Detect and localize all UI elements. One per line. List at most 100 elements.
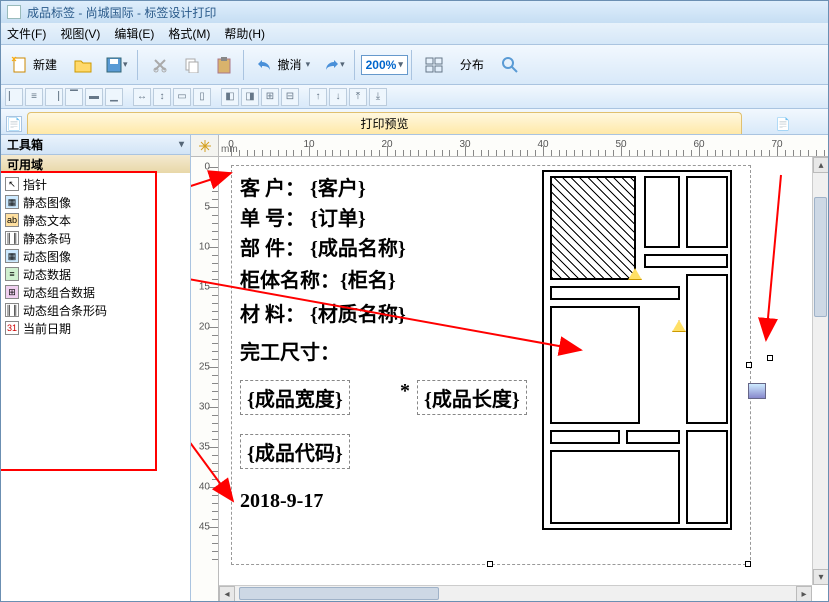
tab-label: 打印预览 [360, 115, 408, 132]
menu-view[interactable]: 视图(V) [60, 25, 100, 42]
scroll-thumb-h[interactable] [239, 587, 439, 600]
align-11[interactable]: ◧ [221, 88, 239, 106]
field-width[interactable]: {成品宽度} [240, 380, 350, 415]
field-order[interactable]: 单 号： {订单} [240, 202, 366, 231]
toolbox-header[interactable]: 工具箱 ▾ [1, 135, 190, 155]
item-static-text[interactable]: ab静态文本 [3, 211, 188, 229]
align-4[interactable]: ▔ [65, 88, 83, 106]
align-18[interactable]: ⤓ [369, 88, 387, 106]
item-static-barcode[interactable]: ║║静态条码 [3, 229, 188, 247]
item-current-date[interactable]: 31当前日期 [3, 319, 188, 337]
align-8[interactable]: ↕ [153, 88, 171, 106]
align-9[interactable]: ▭ [173, 88, 191, 106]
search-icon [501, 56, 519, 74]
menu-format[interactable]: 格式(M) [168, 25, 210, 42]
field-length[interactable]: {成品长度} [417, 380, 527, 415]
item-dyn-combo-barcode[interactable]: ║║动态组合条形码 [3, 301, 188, 319]
open-icon [73, 56, 93, 74]
scrollbar-horizontal[interactable]: ◂ ▸ [219, 585, 812, 601]
undo-button[interactable]: 撤消 ▾ [251, 49, 316, 81]
redo-button[interactable]: ▾ [317, 49, 350, 81]
fields-header[interactable]: 可用域 [1, 155, 190, 173]
align-17[interactable]: ⤒ [349, 88, 367, 106]
item-pointer[interactable]: ↖指针 [3, 175, 188, 193]
scroll-left[interactable]: ◂ [219, 586, 235, 601]
scroll-right[interactable]: ▸ [796, 586, 812, 601]
dpart [644, 254, 728, 268]
image-placeholder-icon[interactable] [748, 383, 766, 399]
distribute-button[interactable]: 分布 [451, 49, 493, 81]
dpart [686, 176, 728, 248]
anchor-icon [198, 139, 212, 153]
field-cabinet[interactable]: 柜体名称：{柜名} [240, 264, 396, 293]
search-button[interactable] [495, 49, 525, 81]
field-customer[interactable]: 客 户： {客户} [240, 172, 366, 201]
resize-handle[interactable] [487, 561, 493, 567]
align-2[interactable]: ≡ [25, 88, 43, 106]
ruler-vertical[interactable]: 051015202530354045 [191, 157, 219, 601]
scroll-up[interactable]: ▴ [813, 157, 828, 173]
copy-button[interactable] [177, 49, 207, 81]
resize-handle[interactable] [746, 362, 752, 368]
item-static-image[interactable]: ▦静态图像 [3, 193, 188, 211]
dpart [550, 306, 640, 424]
dyn-combo-barcode-icon: ║║ [5, 303, 19, 317]
open-button[interactable] [68, 49, 98, 81]
item-dyn-image[interactable]: ▦动态图像 [3, 247, 188, 265]
align-1[interactable]: ⎸ [5, 88, 23, 106]
field-star[interactable]: * [400, 380, 410, 403]
item-dyn-data[interactable]: ≡动态数据 [3, 265, 188, 283]
tab-doc-icon[interactable]: 📄 [775, 116, 791, 132]
field-material[interactable]: 材 料： {材质名称} [240, 298, 406, 327]
align-10[interactable]: ▯ [193, 88, 211, 106]
paste-icon [216, 56, 232, 74]
ruler-horizontal[interactable]: mm 010203040506070 [219, 135, 828, 157]
menu-help[interactable]: 帮助(H) [224, 25, 265, 42]
save-button[interactable]: ▾ [100, 49, 133, 81]
menu-file[interactable]: 文件(F) [7, 25, 46, 42]
align-14[interactable]: ⊟ [281, 88, 299, 106]
cut-button[interactable] [145, 49, 175, 81]
align-7[interactable]: ↔ [133, 88, 151, 106]
new-button[interactable]: 新建 [6, 49, 66, 81]
field-part[interactable]: 部 件： {成品名称} [240, 232, 406, 261]
align-12[interactable]: ◨ [241, 88, 259, 106]
resize-handle[interactable] [745, 561, 751, 567]
dpart [686, 274, 728, 424]
align-3[interactable]: ⎹ [45, 88, 63, 106]
paste-button[interactable] [209, 49, 239, 81]
align-5[interactable]: ▬ [85, 88, 103, 106]
undo-icon [256, 58, 274, 72]
dpart [550, 286, 680, 300]
dyn-image-icon: ▦ [5, 249, 19, 263]
dyn-data-icon: ≡ [5, 267, 19, 281]
dpart-hatch [550, 176, 636, 280]
tab-preview[interactable]: 📄 打印预览 📄 [27, 112, 742, 134]
item-dyn-combo[interactable]: ⊞动态组合数据 [3, 283, 188, 301]
image-icon: ▦ [5, 195, 19, 209]
app-window: 成品标签 - 尚城国际 - 标签设计打印 文件(F) 视图(V) 编辑(E) 格… [0, 0, 829, 602]
align-16[interactable]: ↓ [329, 88, 347, 106]
field-date[interactable]: 2018-9-17 [240, 490, 323, 513]
align-13[interactable]: ⊞ [261, 88, 279, 106]
scroll-down[interactable]: ▾ [813, 569, 828, 585]
tabstrip: 📄 打印预览 📄 [1, 109, 828, 135]
field-size[interactable]: 完工尺寸： [240, 336, 340, 365]
resize-handle[interactable] [767, 355, 773, 361]
diagram-block[interactable] [542, 170, 732, 530]
toolbar-main: 新建 ▾ 撤消 ▾ ▾ 200%▾ 分布 [1, 45, 828, 85]
scroll-thumb-v[interactable] [814, 197, 827, 317]
field-code[interactable]: {成品代码} [240, 434, 350, 469]
align-6[interactable]: ▁ [105, 88, 123, 106]
layout-button[interactable] [419, 49, 449, 81]
new-label: 新建 [29, 56, 61, 73]
dropdown-icon[interactable]: ▾ [179, 139, 184, 150]
scrollbar-vertical[interactable]: ▴ ▾ [812, 157, 828, 585]
titlebar: 成品标签 - 尚城国际 - 标签设计打印 [1, 1, 828, 23]
doc-icon: 📄 [6, 116, 22, 132]
zoom-input[interactable]: 200%▾ [361, 55, 408, 75]
label-page[interactable]: 客 户： {客户} 单 号： {订单} 部 件： {成品名称} 柜体名称：{柜名… [231, 165, 751, 565]
menu-edit[interactable]: 编辑(E) [114, 25, 154, 42]
align-15[interactable]: ↑ [309, 88, 327, 106]
new-icon [11, 56, 29, 74]
